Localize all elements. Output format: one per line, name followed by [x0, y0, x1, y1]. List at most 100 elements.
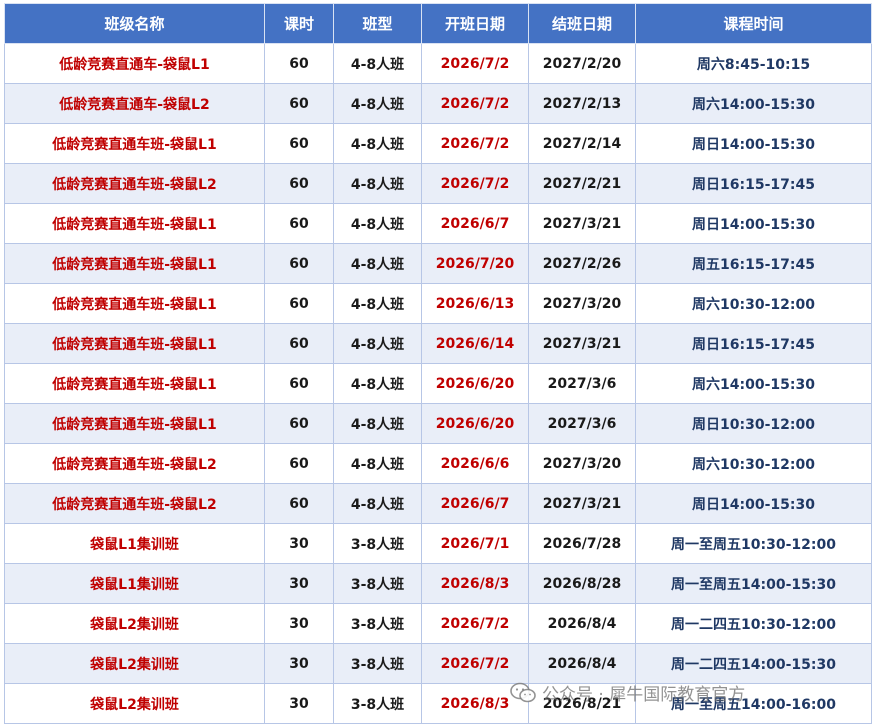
table-row: 低龄竞赛直通车班-袋鼠L1 60 4-8人班 2026/7/2 2027/2/1… — [4, 123, 872, 164]
end-date-cell: 2027/3/6 — [528, 403, 636, 444]
start-date-cell: 2026/7/1 — [421, 523, 529, 564]
column-header-class-name: 班级名称 — [4, 3, 265, 44]
course-time-cell: 周日10:30-12:00 — [635, 403, 872, 444]
class-type-cell: 3-8人班 — [333, 563, 422, 604]
class-type-cell: 4-8人班 — [333, 163, 422, 204]
start-date-cell: 2026/7/2 — [421, 43, 529, 84]
hours-cell: 60 — [264, 163, 334, 204]
class-type-cell: 4-8人班 — [333, 363, 422, 404]
table-row: 袋鼠L2集训班 30 3-8人班 2026/7/2 2026/8/4 周一二四五… — [4, 603, 872, 644]
hours-cell: 60 — [264, 283, 334, 324]
hours-cell: 60 — [264, 483, 334, 524]
class-name-cell: 低龄竞赛直通车班-袋鼠L1 — [4, 323, 265, 364]
class-type-cell: 4-8人班 — [333, 323, 422, 364]
course-time-cell: 周六14:00-15:30 — [635, 83, 872, 124]
end-date-cell: 2027/3/6 — [528, 363, 636, 404]
class-name-cell: 低龄竞赛直通车班-袋鼠L2 — [4, 483, 265, 524]
hours-cell: 30 — [264, 563, 334, 604]
table-row: 低龄竞赛直通车班-袋鼠L1 60 4-8人班 2026/7/20 2027/2/… — [4, 243, 872, 284]
hours-cell: 60 — [264, 243, 334, 284]
class-name-cell: 低龄竞赛直通车班-袋鼠L1 — [4, 123, 265, 164]
hours-cell: 60 — [264, 123, 334, 164]
class-type-cell: 3-8人班 — [333, 603, 422, 644]
hours-cell: 60 — [264, 443, 334, 484]
hours-cell: 60 — [264, 43, 334, 84]
course-time-cell: 周日14:00-15:30 — [635, 123, 872, 164]
start-date-cell: 2026/6/20 — [421, 363, 529, 404]
course-time-cell: 周六10:30-12:00 — [635, 283, 872, 324]
column-header-start-date: 开班日期 — [421, 3, 529, 44]
table-row: 低龄竞赛直通车班-袋鼠L1 60 4-8人班 2026/6/20 2027/3/… — [4, 403, 872, 444]
hours-cell: 60 — [264, 323, 334, 364]
course-time-cell: 周一至周五14:00-16:00 — [635, 683, 872, 724]
start-date-cell: 2026/7/2 — [421, 643, 529, 684]
course-time-cell: 周六14:00-15:30 — [635, 363, 872, 404]
column-header-course-time: 课程时间 — [635, 3, 872, 44]
hours-cell: 60 — [264, 363, 334, 404]
table-row: 袋鼠L2集训班 30 3-8人班 2026/8/3 2026/8/21 周一至周… — [4, 683, 872, 724]
class-type-cell: 4-8人班 — [333, 203, 422, 244]
class-type-cell: 4-8人班 — [333, 43, 422, 84]
hours-cell: 30 — [264, 683, 334, 724]
start-date-cell: 2026/7/2 — [421, 603, 529, 644]
table-body: 低龄竞赛直通车-袋鼠L1 60 4-8人班 2026/7/2 2027/2/20… — [4, 43, 872, 724]
course-time-cell: 周一二四五10:30-12:00 — [635, 603, 872, 644]
class-name-cell: 低龄竞赛直通车班-袋鼠L1 — [4, 283, 265, 324]
end-date-cell: 2026/8/4 — [528, 643, 636, 684]
class-name-cell: 低龄竞赛直通车班-袋鼠L1 — [4, 243, 265, 284]
start-date-cell: 2026/8/3 — [421, 683, 529, 724]
hours-cell: 30 — [264, 643, 334, 684]
end-date-cell: 2027/3/21 — [528, 483, 636, 524]
class-type-cell: 3-8人班 — [333, 643, 422, 684]
end-date-cell: 2026/8/28 — [528, 563, 636, 604]
start-date-cell: 2026/6/20 — [421, 403, 529, 444]
course-time-cell: 周日16:15-17:45 — [635, 163, 872, 204]
course-time-cell: 周六10:30-12:00 — [635, 443, 872, 484]
end-date-cell: 2027/3/21 — [528, 323, 636, 364]
course-time-cell: 周六8:45-10:15 — [635, 43, 872, 84]
table-row: 袋鼠L1集训班 30 3-8人班 2026/7/1 2026/7/28 周一至周… — [4, 523, 872, 564]
class-name-cell: 低龄竞赛直通车班-袋鼠L2 — [4, 443, 265, 484]
class-type-cell: 3-8人班 — [333, 523, 422, 564]
column-header-class-type: 班型 — [333, 3, 422, 44]
course-time-cell: 周一至周五10:30-12:00 — [635, 523, 872, 564]
class-name-cell: 袋鼠L2集训班 — [4, 603, 265, 644]
hours-cell: 60 — [264, 403, 334, 444]
course-time-cell: 周一二四五14:00-15:30 — [635, 643, 872, 684]
start-date-cell: 2026/6/7 — [421, 203, 529, 244]
end-date-cell: 2027/2/13 — [528, 83, 636, 124]
hours-cell: 30 — [264, 603, 334, 644]
course-time-cell: 周日16:15-17:45 — [635, 323, 872, 364]
class-name-cell: 袋鼠L2集训班 — [4, 683, 265, 724]
table-row: 袋鼠L1集训班 30 3-8人班 2026/8/3 2026/8/28 周一至周… — [4, 563, 872, 604]
end-date-cell: 2027/3/20 — [528, 283, 636, 324]
class-type-cell: 4-8人班 — [333, 283, 422, 324]
start-date-cell: 2026/6/6 — [421, 443, 529, 484]
class-name-cell: 低龄竞赛直通车班-袋鼠L2 — [4, 163, 265, 204]
course-schedule-table: 班级名称 课时 班型 开班日期 结班日期 课程时间 低龄竞赛直通车-袋鼠L1 6… — [4, 3, 872, 724]
end-date-cell: 2027/2/26 — [528, 243, 636, 284]
start-date-cell: 2026/6/7 — [421, 483, 529, 524]
table-row: 低龄竞赛直通车班-袋鼠L1 60 4-8人班 2026/6/20 2027/3/… — [4, 363, 872, 404]
class-name-cell: 袋鼠L1集训班 — [4, 523, 265, 564]
class-type-cell: 4-8人班 — [333, 83, 422, 124]
start-date-cell: 2026/8/3 — [421, 563, 529, 604]
end-date-cell: 2027/2/21 — [528, 163, 636, 204]
course-time-cell: 周日14:00-15:30 — [635, 483, 872, 524]
class-name-cell: 低龄竞赛直通车-袋鼠L1 — [4, 43, 265, 84]
class-name-cell: 低龄竞赛直通车班-袋鼠L1 — [4, 363, 265, 404]
end-date-cell: 2027/3/21 — [528, 203, 636, 244]
class-name-cell: 低龄竞赛直通车班-袋鼠L1 — [4, 203, 265, 244]
table-header-row: 班级名称 课时 班型 开班日期 结班日期 课程时间 — [4, 3, 872, 44]
table-row: 低龄竞赛直通车班-袋鼠L2 60 4-8人班 2026/6/7 2027/3/2… — [4, 483, 872, 524]
class-name-cell: 袋鼠L2集训班 — [4, 643, 265, 684]
hours-cell: 60 — [264, 203, 334, 244]
table-row: 低龄竞赛直通车班-袋鼠L1 60 4-8人班 2026/6/7 2027/3/2… — [4, 203, 872, 244]
start-date-cell: 2026/6/13 — [421, 283, 529, 324]
class-type-cell: 4-8人班 — [333, 483, 422, 524]
end-date-cell: 2026/8/21 — [528, 683, 636, 724]
start-date-cell: 2026/7/20 — [421, 243, 529, 284]
start-date-cell: 2026/7/2 — [421, 123, 529, 164]
class-type-cell: 3-8人班 — [333, 683, 422, 724]
column-header-hours: 课时 — [264, 3, 334, 44]
